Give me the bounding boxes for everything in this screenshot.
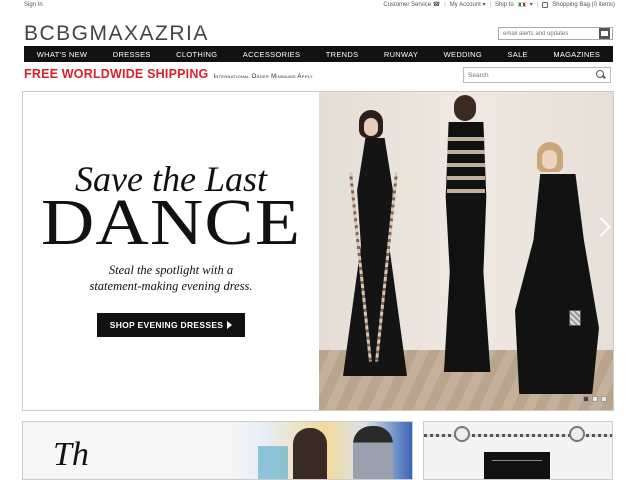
my-account-link[interactable]: My Account ▾ — [450, 1, 486, 8]
nav-item-wedding[interactable]: WEDDING — [444, 50, 482, 59]
shopping-bag-link[interactable]: Shopping Bag (0 items) — [552, 2, 615, 8]
promo-tile-left[interactable]: Th — [22, 421, 413, 480]
hero-subtitle-line1: Steal the spotlight with a — [108, 263, 234, 277]
page: Sign In Customer Service ☎ | My Account … — [0, 0, 633, 480]
main-nav: WHAT'S NEW DRESSES CLOTHING ACCESSORIES … — [24, 46, 613, 62]
clutch-bag — [569, 310, 581, 326]
shop-button-label: SHOP EVENING DRESSES — [109, 320, 224, 330]
envelope-icon[interactable] — [599, 28, 610, 39]
nav-item-trends[interactable]: TRENDS — [326, 50, 359, 59]
model-3-face — [542, 150, 557, 169]
hero-banner[interactable]: Save the Last DANCE Steal the spotlight … — [22, 91, 614, 411]
search-icon[interactable] — [594, 69, 606, 81]
hero-subtitle: Steal the spotlight with a statement-mak… — [23, 262, 319, 294]
shop-evening-dresses-button[interactable]: SHOP EVENING DRESSES — [97, 313, 245, 337]
nav-item-accessories[interactable]: ACCESSORIES — [243, 50, 300, 59]
ship-to-dropdown-icon[interactable]: ▾ — [530, 1, 533, 8]
separator: | — [536, 1, 539, 8]
studio-lamp — [569, 426, 585, 442]
nav-item-whats-new[interactable]: WHAT'S NEW — [37, 50, 88, 59]
model-2-hair — [454, 95, 476, 121]
model-photo-shape — [258, 446, 288, 479]
sign-in-link[interactable]: Sign In — [24, 2, 43, 8]
separator: | — [489, 1, 492, 8]
arrow-right-icon — [227, 321, 233, 329]
model-2-straps — [447, 132, 485, 202]
handbag-photo — [484, 452, 550, 479]
hero-text-panel: Save the Last DANCE Steal the spotlight … — [23, 92, 319, 410]
utility-links: Customer Service ☎ | My Account ▾ | Ship… — [383, 1, 615, 8]
model-photo-shape — [293, 428, 327, 479]
italy-flag-icon[interactable] — [517, 2, 526, 7]
promo-banner[interactable]: FREE WORLDWIDE SHIPPING International Or… — [24, 67, 313, 83]
email-signup — [498, 27, 613, 40]
ship-to-label: Ship to — [495, 1, 514, 8]
shopping-bag-icon[interactable] — [542, 1, 549, 8]
nav-item-dresses[interactable]: DRESSES — [113, 50, 151, 59]
nav-item-sale[interactable]: SALE — [507, 50, 527, 59]
nav-item-clothing[interactable]: CLOTHING — [176, 50, 217, 59]
search-box — [463, 67, 611, 83]
studio-lamp — [454, 426, 470, 442]
nav-item-runway[interactable]: RUNWAY — [384, 50, 418, 59]
model-1-face — [364, 118, 378, 136]
nav-item-magazines[interactable]: MAGAZINES — [553, 50, 600, 59]
carousel-dot[interactable] — [592, 396, 598, 402]
model-photo-shape — [353, 426, 393, 479]
hero-photo — [319, 92, 613, 410]
customer-service-link[interactable]: Customer Service ☎ — [383, 1, 440, 8]
email-signup-input[interactable] — [499, 28, 599, 39]
hero-subtitle-line2: statement-making evening dress. — [89, 279, 253, 293]
promo-tile-title: Th — [53, 436, 89, 473]
separator: | — [444, 1, 446, 8]
brand-logo[interactable]: BCBGMAXAZRIA — [24, 22, 209, 46]
promo-headline: FREE WORLDWIDE SHIPPING — [24, 67, 209, 81]
search-input[interactable] — [464, 68, 594, 82]
carousel-dot[interactable] — [583, 396, 589, 402]
promo-tile-right[interactable] — [423, 421, 613, 480]
carousel-next-icon[interactable] — [593, 217, 607, 239]
carousel-dot[interactable] — [601, 396, 607, 402]
hero-title-line2: DANCE — [40, 186, 302, 259]
carousel-dots — [583, 396, 607, 402]
promo-subtext: International Order Minimums Apply — [213, 74, 313, 80]
utility-bar: Sign In Customer Service ☎ | My Account … — [0, 0, 633, 12]
